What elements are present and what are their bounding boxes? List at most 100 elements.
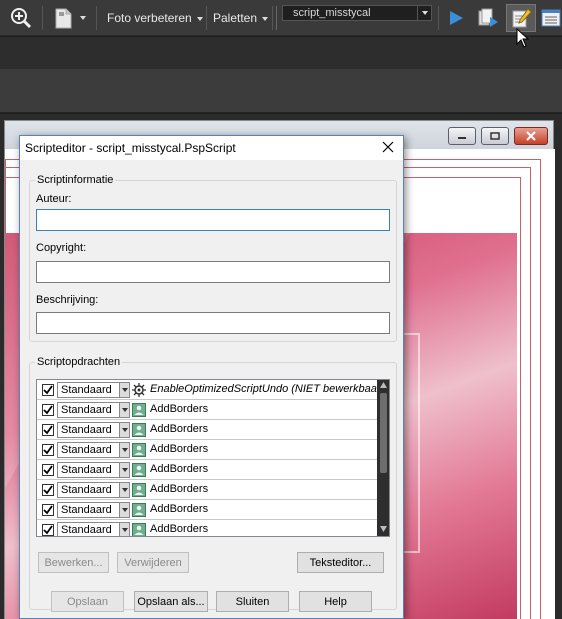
command-checkbox[interactable]: [42, 424, 54, 436]
checkmark-icon: [43, 485, 53, 495]
beschrijving-label: Beschrijving:: [36, 294, 99, 306]
secondary-bar: [0, 37, 562, 69]
toolbar-separator: [42, 6, 43, 30]
dialog-title: Scripteditor - script_misstycal.PspScrip…: [25, 141, 236, 155]
chevron-down-icon[interactable]: [119, 502, 130, 518]
script-palette-button[interactable]: [540, 4, 562, 32]
chevron-down-icon[interactable]: [119, 522, 130, 536]
command-row[interactable]: Standaard AddBorders: [37, 460, 377, 480]
command-row[interactable]: Standaard AddBorders: [37, 480, 377, 500]
script-run-icon: [478, 8, 498, 27]
checkmark-icon: [43, 385, 53, 395]
bewerken-button[interactable]: Bewerken...: [38, 552, 109, 573]
checkmark-icon: [43, 425, 53, 435]
command-name: AddBorders: [150, 503, 209, 515]
mouse-cursor-icon: [516, 28, 530, 48]
scripteditor-dialog: Scripteditor - script_misstycal.PspScrip…: [19, 135, 404, 619]
opslaan-label: Opslaan: [67, 595, 108, 608]
command-name: AddBorders: [150, 463, 209, 475]
chevron-down-icon: [262, 16, 269, 21]
toolbar-separator: [206, 6, 207, 30]
command-checkbox[interactable]: [42, 504, 54, 516]
scriptopdrachten-label: Scriptopdrachten: [35, 356, 123, 368]
command-name: AddBorders: [150, 483, 209, 495]
beschrijving-field[interactable]: [36, 312, 390, 334]
user-icon: [132, 403, 146, 417]
sluiten-label: Sluiten: [235, 595, 270, 608]
script-edit-icon: [512, 8, 532, 28]
chevron-down-icon[interactable]: [119, 402, 130, 418]
command-row[interactable]: Standaard EnableOptimizedScriptUndo (NIET…: [37, 380, 384, 400]
new-document-button[interactable]: [50, 4, 88, 32]
command-checkbox[interactable]: [42, 524, 54, 536]
close-icon[interactable]: [381, 140, 395, 154]
bewerken-label: Bewerken...: [44, 556, 103, 569]
run-script-button[interactable]: [444, 4, 468, 32]
user-icon: [132, 483, 146, 497]
command-checkbox[interactable]: [42, 464, 54, 476]
command-checkbox[interactable]: [42, 384, 54, 396]
chevron-down-icon[interactable]: [119, 442, 130, 458]
checkmark-icon: [43, 505, 53, 515]
list-window-icon: [541, 9, 561, 27]
toolbar-separator: [272, 6, 273, 30]
copyright-field[interactable]: [36, 261, 390, 283]
command-checkbox[interactable]: [42, 484, 54, 496]
opslaan-als-button[interactable]: Opslaan als...: [134, 591, 208, 612]
zoom-in-icon: [11, 8, 32, 29]
copyright-label: Copyright:: [36, 242, 87, 254]
opslaan-button[interactable]: Opslaan: [51, 591, 124, 612]
scrollbar-thumb[interactable]: [380, 393, 387, 473]
command-row[interactable]: Standaard AddBorders: [37, 400, 377, 420]
chevron-down-icon: [196, 16, 203, 21]
close-icon: [526, 131, 536, 141]
foto-verbeteren-label: Foto verbeteren: [107, 11, 192, 25]
maximize-icon: [490, 132, 500, 140]
command-checkbox[interactable]: [42, 444, 54, 456]
chevron-down-icon: [79, 16, 86, 20]
chevron-down-icon[interactable]: [119, 482, 130, 498]
maximize-button[interactable]: [481, 127, 509, 145]
sluiten-button[interactable]: Sluiten: [216, 591, 289, 612]
foto-verbeteren-menu[interactable]: Foto verbeteren: [107, 11, 203, 25]
play-icon: [450, 11, 463, 25]
command-row[interactable]: Standaard AddBorders: [37, 420, 377, 440]
zoom-in-button[interactable]: [8, 4, 34, 32]
minimize-icon: [458, 137, 466, 139]
auteur-label: Auteur:: [36, 193, 72, 205]
gear-icon: [132, 383, 146, 397]
user-icon: [132, 443, 146, 457]
command-name: AddBorders: [150, 403, 209, 415]
command-name: EnableOptimizedScriptUndo (NIET bewerkba…: [150, 383, 385, 395]
chevron-down-icon[interactable]: [119, 422, 130, 438]
scroll-down-icon[interactable]: [380, 526, 387, 532]
toolbar-grip: [276, 6, 277, 30]
scroll-up-icon[interactable]: [380, 382, 387, 388]
scriptopdrachten-group: Scriptopdrachten Standaard EnableOptimize…: [29, 356, 397, 610]
paletten-menu[interactable]: Paletten: [213, 11, 269, 25]
verwijderen-label: Verwijderen: [124, 556, 182, 569]
help-button[interactable]: Help: [299, 591, 372, 612]
minimize-button[interactable]: [448, 127, 476, 145]
command-row[interactable]: Standaard AddBorders: [37, 440, 377, 460]
command-list[interactable]: Standaard EnableOptimizedScriptUndo (NIET…: [36, 379, 390, 537]
verwijderen-button[interactable]: Verwijderen: [117, 552, 189, 573]
scriptinformatie-group: Scriptinformatie Auteur: Copyright: Besc…: [29, 174, 397, 342]
run-script-batch-button[interactable]: [474, 4, 502, 32]
chevron-down-icon[interactable]: [119, 382, 130, 398]
checkmark-icon: [43, 465, 53, 475]
script-select[interactable]: script_misstycal: [282, 5, 432, 21]
document-icon: [55, 8, 71, 29]
command-row[interactable]: Standaard AddBorders: [37, 500, 377, 520]
command-name: AddBorders: [150, 443, 209, 455]
command-checkbox[interactable]: [42, 404, 54, 416]
user-icon: [132, 523, 146, 536]
teksteditor-button[interactable]: Teksteditor...: [297, 552, 384, 573]
help-label: Help: [324, 595, 347, 608]
auteur-field[interactable]: [36, 209, 390, 231]
chevron-down-icon[interactable]: [119, 462, 130, 478]
list-scrollbar[interactable]: [377, 380, 389, 536]
checkmark-icon: [43, 445, 53, 455]
window-close-button[interactable]: [514, 127, 548, 145]
command-row[interactable]: Standaard AddBorders: [37, 520, 377, 536]
